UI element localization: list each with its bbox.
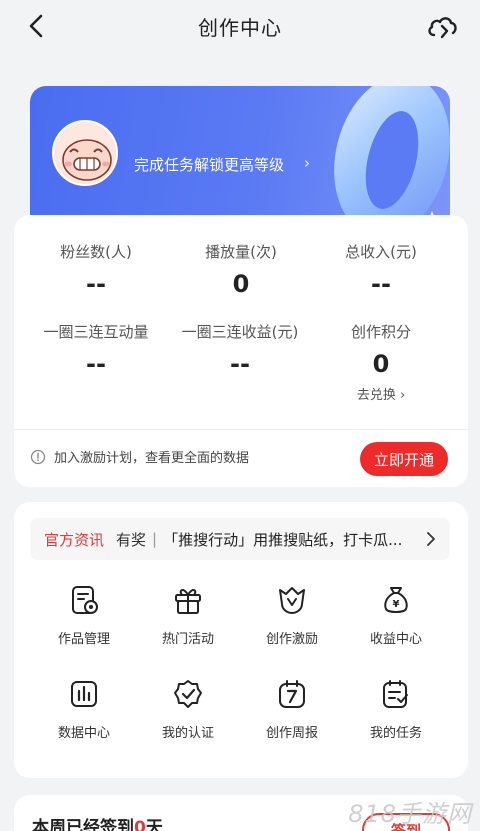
- incentive-notice: 加入激励计划，查看更全面的数据: [30, 447, 249, 466]
- stat-value: --: [371, 270, 391, 298]
- tool-label: 数据中心: [57, 726, 110, 741]
- stat-label: 一圈三连互动量: [43, 323, 149, 341]
- tool-my-tasks[interactable]: 我的任务: [346, 678, 446, 741]
- tool-label: 我的任务: [369, 726, 422, 741]
- tool-label: 创作周报: [265, 726, 318, 741]
- exchange-link[interactable]: 去兑换 ›: [311, 384, 451, 403]
- stat-interactions[interactable]: 一圈三连互动量 --: [26, 321, 166, 378]
- stat-label: 创作积分: [350, 323, 411, 341]
- tool-weekly-report[interactable]: 创作周报: [242, 678, 342, 741]
- level-banner[interactable]: 完成任务解锁更高等级 ›: [30, 86, 450, 236]
- tool-label: 我的认证: [161, 726, 214, 741]
- top-bar: 创作中心: [0, 0, 480, 52]
- stat-label: 一圈三连收益(元): [181, 323, 299, 341]
- share-button[interactable]: [424, 10, 460, 42]
- checkin-prefix: 本周已经签到: [32, 818, 134, 831]
- news-tag: 官方资讯: [44, 530, 105, 549]
- checkin-suffix: 天: [145, 818, 163, 831]
- level-zero-badge-icon: [330, 86, 450, 236]
- news-separator: |: [152, 530, 158, 548]
- bar-chart-icon: [71, 681, 97, 707]
- tool-label: 热门活动: [161, 632, 214, 647]
- avatar-cartoon-icon: [54, 122, 116, 184]
- stat-value: --: [86, 270, 106, 298]
- stat-value: 0: [232, 270, 250, 298]
- tools-card: 官方资讯 有奖 | 「推搜行动」用推搜贴纸，打卡瓜... 作品管理 热门活动 创…: [14, 502, 468, 778]
- official-news-bar[interactable]: 官方资讯 有奖 | 「推搜行动」用推搜贴纸，打卡瓜...: [30, 518, 450, 560]
- tool-label: 作品管理: [57, 632, 110, 647]
- tool-label: 收益中心: [369, 632, 422, 647]
- open-now-button[interactable]: 立即开通: [360, 442, 448, 476]
- crown-badge-icon: [279, 587, 305, 614]
- stat-label: 播放量(次): [205, 243, 277, 261]
- tool-hot-activity[interactable]: 热门活动: [138, 584, 238, 647]
- page-title: 创作中心: [198, 15, 282, 40]
- stat-income[interactable]: 总收入(元) --: [311, 241, 451, 298]
- watermark: 818手游网: [348, 800, 472, 828]
- notice-text: 加入激励计划，查看更全面的数据: [54, 451, 250, 466]
- back-button[interactable]: [20, 10, 52, 42]
- stat-value: --: [230, 350, 250, 378]
- verified-badge-icon: [174, 680, 202, 708]
- stat-label: 总收入(元): [345, 243, 417, 261]
- stat-value: --: [86, 350, 106, 378]
- task-list-icon: [383, 680, 408, 708]
- tool-label: 创作激励: [265, 632, 318, 647]
- stat-plays[interactable]: 播放量(次) 0: [171, 241, 311, 298]
- stat-fans[interactable]: 粉丝数(人) --: [26, 241, 166, 298]
- tool-my-verification[interactable]: 我的认证: [138, 678, 238, 741]
- chevron-right-icon: [427, 532, 435, 546]
- divider: [14, 429, 468, 430]
- weekly-report-icon: [279, 680, 305, 708]
- svg-text:¥: ¥: [393, 599, 400, 610]
- tool-creation-incentive[interactable]: 创作激励: [242, 584, 342, 647]
- gift-icon: [175, 589, 201, 614]
- news-reward-label: 有奖: [116, 530, 147, 549]
- stat-label: 粉丝数(人): [60, 243, 132, 261]
- chevron-left-icon: [29, 14, 43, 38]
- news-headline: 「推搜行动」用推搜贴纸，打卡瓜...: [163, 530, 403, 549]
- stat-creation-points[interactable]: 创作积分 0 去兑换 ›: [311, 321, 451, 403]
- cloud-share-icon: [428, 17, 457, 39]
- info-icon: [30, 449, 46, 464]
- tool-earnings-center[interactable]: ¥ 收益中心: [346, 584, 446, 647]
- checkin-text: 本周已经签到0天: [32, 813, 163, 831]
- checkin-count: 0: [134, 818, 146, 831]
- tool-data-center[interactable]: 数据中心: [34, 678, 134, 741]
- avatar[interactable]: [52, 120, 118, 186]
- works-manage-icon: [72, 586, 98, 614]
- banner-text: 完成任务解锁更高等级: [134, 156, 285, 174]
- stat-value: 0: [372, 350, 390, 378]
- tool-works-manage[interactable]: 作品管理: [34, 584, 134, 647]
- stats-card: 粉丝数(人) -- 播放量(次) 0 总收入(元) -- 一圈三连互动量 -- …: [14, 215, 468, 487]
- stat-interaction-earnings[interactable]: 一圈三连收益(元) --: [171, 321, 309, 378]
- money-bag-icon: ¥: [384, 587, 408, 613]
